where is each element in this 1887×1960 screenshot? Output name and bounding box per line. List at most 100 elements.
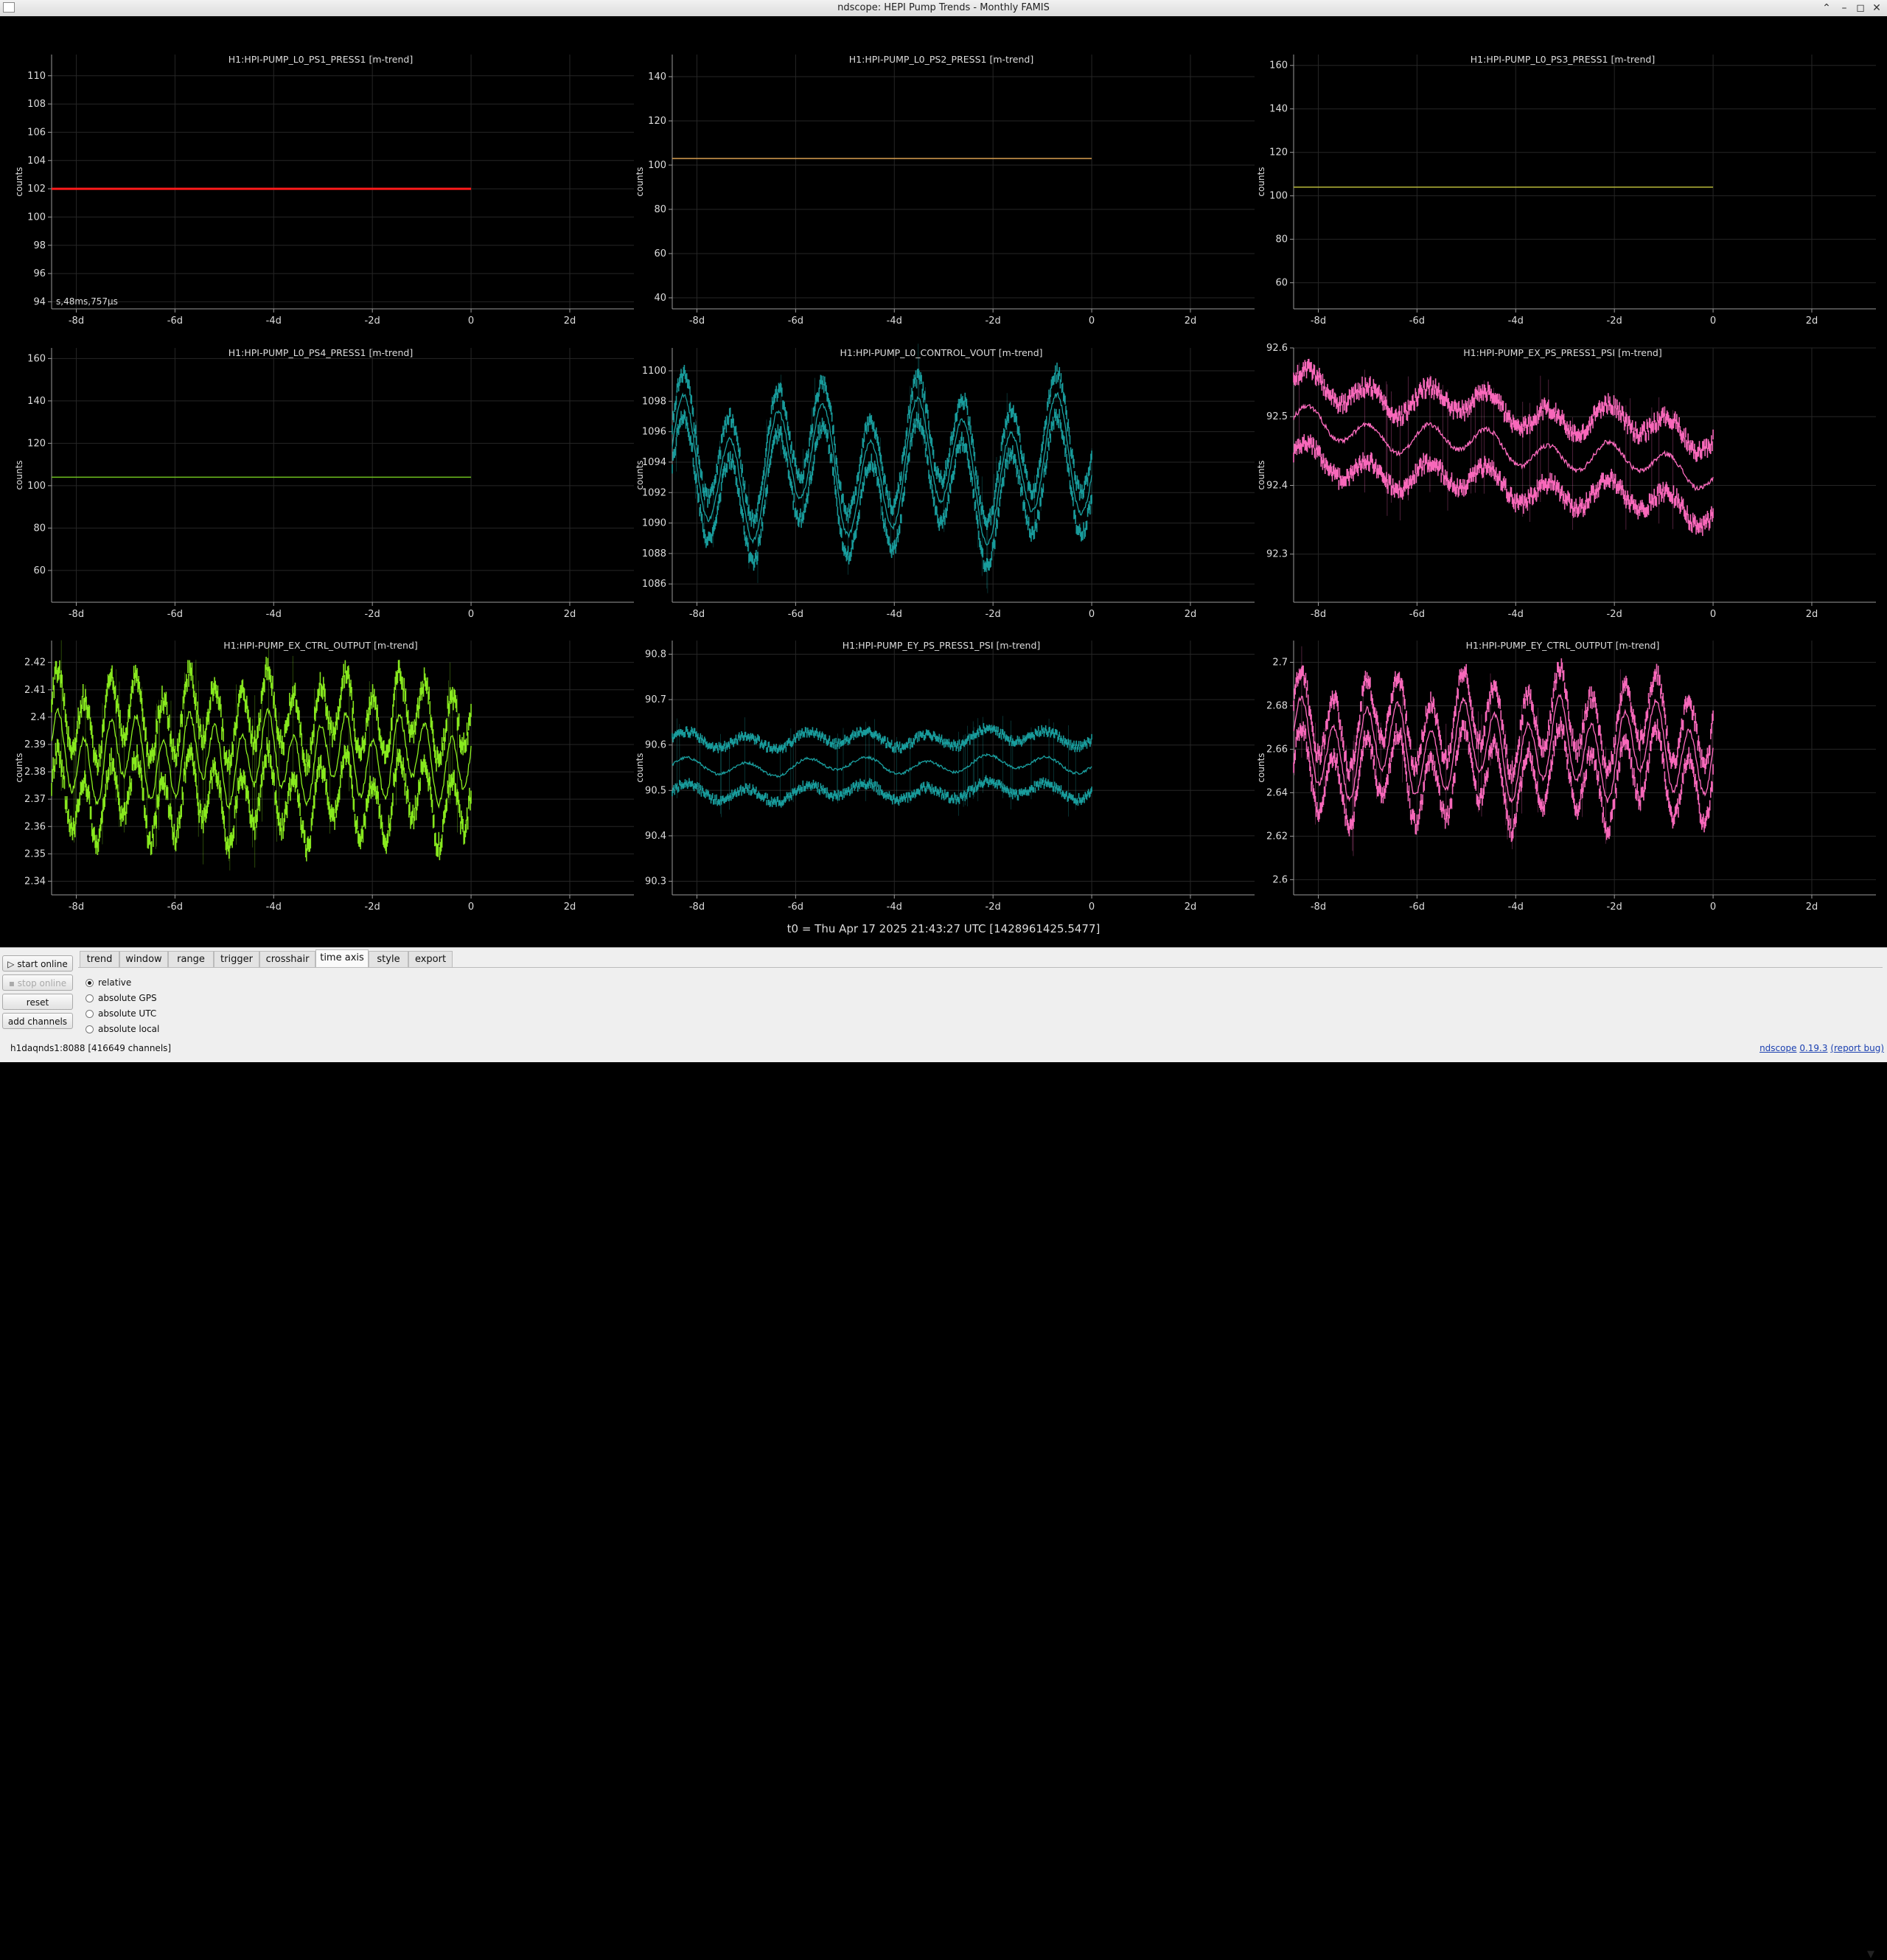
x-tick-label: -2d	[365, 901, 380, 913]
report-bug-link[interactable]: (report bug)	[1830, 1043, 1884, 1053]
tab-trigger[interactable]: trigger	[214, 951, 259, 967]
plot-panel[interactable]	[48, 55, 634, 313]
radio-absolute-local[interactable]: absolute local	[86, 1022, 159, 1036]
y-tick-label: 98	[33, 240, 46, 251]
x-tick-label: 2d	[564, 901, 576, 913]
x-tick-label: -2d	[365, 315, 380, 327]
x-tick-label: 2d	[1806, 901, 1818, 913]
y-axis-label: counts	[635, 167, 645, 196]
close-button[interactable]: ✕	[1869, 1, 1884, 15]
radio-indicator[interactable]	[86, 994, 94, 1002]
y-tick-label: 102	[27, 184, 46, 195]
y-tick-label: 120	[648, 116, 666, 127]
plot-panel[interactable]	[48, 640, 634, 899]
y-tick-label: 2.42	[24, 658, 46, 669]
window-titlebar: ndscope: HEPI Pump Trends - Monthly FAMI…	[0, 0, 1887, 17]
y-tick-label: 90.4	[645, 831, 666, 842]
y-tick-label: 100	[1269, 191, 1288, 202]
plot-panel[interactable]	[669, 343, 1255, 606]
x-tick-label: 2d	[1185, 315, 1197, 327]
x-tick-label: 0	[1089, 901, 1095, 913]
radio-indicator[interactable]	[86, 1025, 94, 1033]
x-tick-label: -6d	[1409, 315, 1425, 327]
radio-indicator[interactable]	[86, 979, 94, 987]
y-tick-label: 2.4	[30, 712, 46, 723]
status-bar: h1daqnds1:8088 [416649 channels]	[10, 1043, 171, 1053]
plot-title: H1:HPI-PUMP_L0_CONTROL_VOUT [m-trend]	[840, 347, 1042, 358]
y-tick-label: 2.68	[1266, 700, 1288, 711]
y-axis-label: counts	[14, 167, 24, 196]
radio-indicator[interactable]	[86, 1010, 94, 1018]
y-tick-label: 140	[648, 72, 666, 83]
ndscope-link[interactable]: ndscope	[1759, 1043, 1796, 1053]
x-tick-label: 0	[1710, 315, 1716, 327]
tab-trend[interactable]: trend	[80, 951, 119, 967]
min-max-band	[672, 343, 1092, 593]
y-tick-label: 120	[1269, 147, 1288, 158]
tab-time-axis[interactable]: time axis	[315, 949, 369, 967]
plot-title: H1:HPI-PUMP_EY_CTRL_OUTPUT [m-trend]	[1466, 640, 1660, 651]
radio-relative[interactable]: relative	[86, 976, 131, 989]
nds-server: h1daqnds1:8088	[10, 1043, 86, 1053]
y-axis-label: counts	[1256, 167, 1266, 196]
x-tick-label: -8d	[689, 315, 705, 327]
y-tick-label: 90.8	[645, 649, 666, 660]
start-online-button[interactable]: ▷ start online	[2, 955, 73, 972]
x-tick-label: -2d	[986, 315, 1001, 327]
add-channels-button[interactable]: add channels	[2, 1013, 73, 1029]
keep-above-button[interactable]: ⌃	[1819, 1, 1834, 15]
x-tick-label: -6d	[167, 609, 183, 620]
y-tick-label: 60	[33, 565, 46, 576]
x-tick-label: 2d	[1185, 901, 1197, 913]
stop-online-label: stop online	[17, 978, 67, 988]
plot-panel[interactable]	[48, 348, 634, 606]
y-tick-label: 2.7	[1272, 657, 1288, 668]
y-tick-label: 80	[33, 523, 46, 534]
y-tick-label: 104	[27, 156, 46, 167]
plot-panel[interactable]	[669, 641, 1255, 899]
version-link[interactable]: 0.19.3	[1799, 1043, 1827, 1053]
plot-panel[interactable]	[669, 55, 1255, 313]
x-tick-label: 0	[1089, 609, 1095, 620]
x-tick-label: -4d	[887, 609, 902, 620]
channel-count: [416649 channels]	[88, 1043, 172, 1053]
plot-panel[interactable]	[1290, 55, 1876, 313]
y-tick-label: 100	[27, 481, 46, 492]
tab-window[interactable]: window	[119, 951, 168, 967]
y-tick-label: 92.4	[1266, 480, 1288, 491]
plot-title: H1:HPI-PUMP_EX_CTRL_OUTPUT [m-trend]	[223, 640, 418, 651]
x-tick-label: -8d	[689, 609, 705, 620]
maximize-button[interactable]: ◻	[1853, 1, 1868, 15]
y-tick-label: 60	[654, 248, 666, 259]
tab-crosshair[interactable]: crosshair	[259, 951, 315, 967]
tab-style[interactable]: style	[369, 951, 408, 967]
y-tick-label: 92.5	[1266, 411, 1288, 422]
minimize-button[interactable]: –	[1837, 1, 1852, 15]
plot-canvas[interactable]: H1:HPI-PUMP_L0_PS1_PRESS1 [m-trend] -8d -6…	[0, 16, 1887, 947]
radio-absolute-gps[interactable]: absolute GPS	[86, 991, 157, 1005]
x-tick-label: -8d	[1311, 609, 1326, 620]
plot-panel[interactable]	[1290, 347, 1876, 606]
x-tick-label: 0	[468, 901, 474, 913]
collapse-panel-icon[interactable]: ▼	[1867, 1949, 1874, 1960]
mean-trend-line	[672, 753, 1092, 778]
x-tick-label: -4d	[266, 315, 282, 327]
x-tick-label: -6d	[167, 315, 183, 327]
radio-absolute-utc[interactable]: absolute UTC	[86, 1007, 156, 1020]
plot-panel[interactable]	[1290, 641, 1876, 899]
y-tick-label: 2.64	[1266, 787, 1288, 798]
x-tick-label: -6d	[788, 901, 803, 913]
x-tick-label: -4d	[1508, 315, 1524, 327]
footer-links: ndscope 0.19.3 (report bug)	[1759, 1043, 1884, 1053]
x-tick-label: -8d	[69, 315, 84, 327]
y-tick-label: 2.66	[1266, 744, 1288, 755]
tab-range[interactable]: range	[168, 951, 214, 967]
y-tick-label: 1092	[642, 487, 666, 498]
tab-export[interactable]: export	[408, 951, 453, 967]
y-tick-label: 1086	[642, 579, 666, 590]
y-tick-label: 90.6	[645, 740, 666, 751]
x-tick-label: -6d	[788, 315, 803, 327]
min-max-band	[672, 716, 1092, 817]
reset-button[interactable]: reset	[2, 994, 73, 1010]
tab-pane-border	[78, 967, 1883, 968]
